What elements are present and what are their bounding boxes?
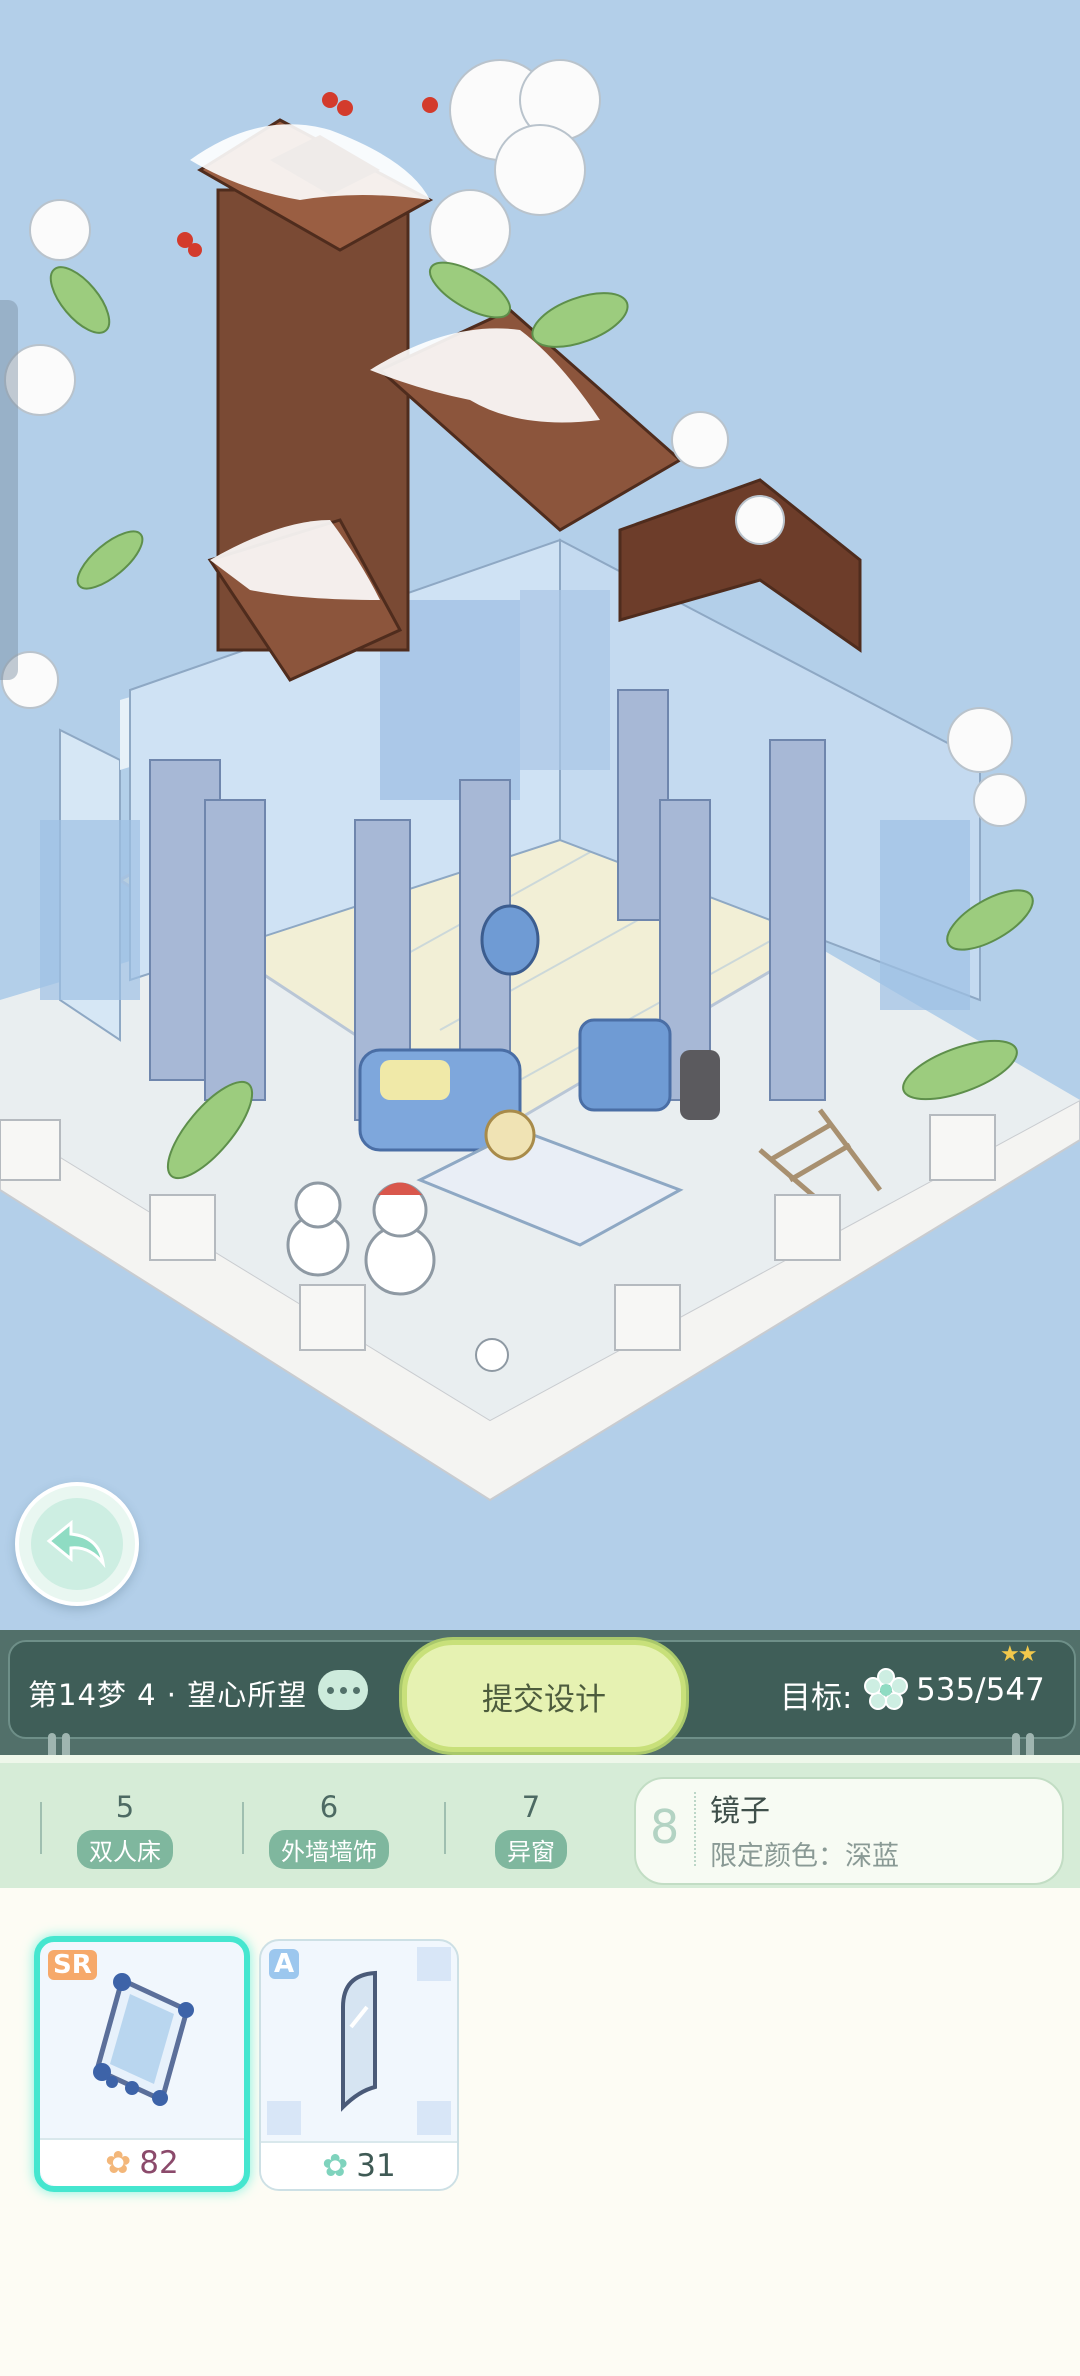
- target-score: 535/547: [916, 1672, 1045, 1708]
- requirement-item[interactable]: 6 外墙墙饰: [264, 1790, 394, 1869]
- corner-frame: [267, 2101, 301, 2135]
- undo-arrow-icon: [46, 1519, 106, 1569]
- goal-color-constraint: 限定颜色：深蓝: [710, 1841, 899, 1872]
- mirror-item-sr[interactable]: SR ✿ 82: [34, 1936, 250, 2192]
- undo-button[interactable]: [15, 1482, 139, 1606]
- divider: [242, 1802, 244, 1854]
- item-price: ✿ 31: [261, 2141, 457, 2189]
- chat-bubble-icon[interactable]: [318, 1670, 368, 1710]
- requirement-item[interactable]: 5 双人床: [60, 1790, 190, 1869]
- requirement-item[interactable]: 7 异窗: [466, 1790, 596, 1869]
- flower-currency-icon: ✿: [322, 2148, 349, 2184]
- side-panel-tab[interactable]: [0, 300, 18, 680]
- goal-title: 镜子: [710, 1794, 770, 1829]
- game-scene[interactable]: [0, 0, 1080, 1630]
- tall-mirror-icon: [341, 1970, 377, 2112]
- divider: [40, 1802, 42, 1854]
- target-label: 目标:: [780, 1680, 853, 1716]
- goal-separator: [694, 1792, 698, 1866]
- divider: [444, 1802, 446, 1854]
- rarity-badge: A: [269, 1949, 300, 1979]
- item-price: ✿ 82: [40, 2138, 244, 2186]
- crystal-flower-icon: [864, 1668, 908, 1710]
- mirror-item-a[interactable]: A ✿ 31: [259, 1939, 459, 2191]
- flower-currency-icon: ✿: [105, 2145, 132, 2181]
- star-rating: ★★: [1000, 1642, 1037, 1667]
- corner-frame: [417, 2101, 451, 2135]
- corner-frame: [417, 1947, 451, 1981]
- submit-design-button[interactable]: 提交设计: [402, 1640, 686, 1752]
- room-illustration: [0, 59, 1080, 1502]
- goal-number: 8: [650, 1800, 680, 1854]
- level-title: 第14梦 4 · 望心所望: [28, 1678, 308, 1712]
- framed-mirror-icon: [93, 1973, 194, 2106]
